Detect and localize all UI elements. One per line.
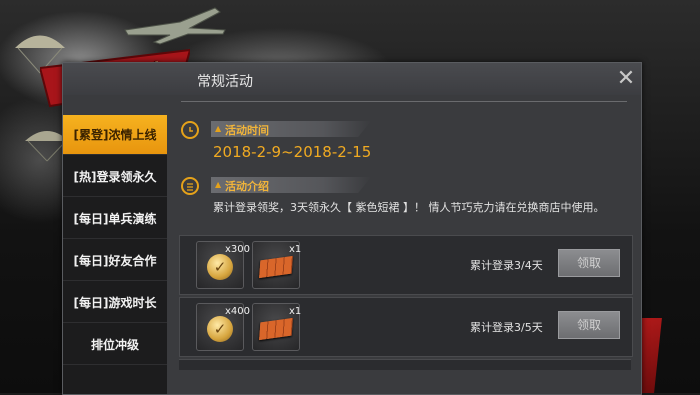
list-icon [181,177,199,195]
clock-icon [181,121,199,139]
sidebar-item-label: [热]登录领永久 [73,170,157,184]
sidebar-item-label: [每日]单兵演练 [73,212,157,226]
airplane-icon [124,7,226,45]
chocolate-item-slot[interactable]: x1 [252,241,302,289]
coin-item-slot[interactable]: ✓ x300 [196,241,250,289]
sidebar-item-friend-coop[interactable]: [每日]好友合作 [63,241,167,281]
sidebar-item-solo-drill[interactable]: [每日]单兵演练 [63,199,167,239]
claim-button[interactable]: 领取 [558,249,620,277]
sidebar-item-label: 排位冲级 [90,338,139,352]
reward-row-partial [179,359,631,370]
sidebar: [累登]浓情上线 [热]登录领永久 [每日]单兵演练 [每日]好友合作 [每日]… [63,115,167,394]
sidebar-item-rank-up[interactable]: 排位冲级 [63,325,167,365]
sidebar-item-login-permanent[interactable]: [热]登录领永久 [63,157,167,197]
coin-item-slot[interactable]: ✓ x400 [196,303,250,351]
login-progress: 累计登录3/5天 [470,321,543,334]
sidebar-item-label: [每日]好友合作 [73,254,157,268]
sidebar-item-login-event[interactable]: [累登]浓情上线 [63,115,167,155]
divider [181,101,627,102]
activity-description: 累计登录领奖，3天领永久【 紫色短裙 】！ 情人节巧克力请在兑换商店中使用。 [213,201,605,214]
activity-content: ▲ 活动时间 2018-2-9~2018-2-15 ▲ 活动介绍 累计登录领奖，… [173,113,633,394]
window-title: 常规活动 [197,74,253,90]
reward-row: ✓ x300 x1 累计登录3/4天 领取 [179,235,633,295]
triangle-icon: ▲ [215,180,222,189]
activity-time-label: 活动时间 [225,124,269,137]
close-icon[interactable]: ✕ [613,66,639,92]
sidebar-item-label: [每日]游戏时长 [73,296,157,310]
item-quantity: x400 [225,306,251,317]
activity-intro-label: 活动介绍 [225,180,269,193]
chocolate-icon [259,255,293,279]
triangle-icon: ▲ [215,124,222,133]
item-quantity: x300 [225,244,251,255]
activity-date-range: 2018-2-9~2018-2-15 [213,143,372,161]
sidebar-item-label: [累登]浓情上线 [73,128,157,142]
item-quantity: x1 [289,244,302,255]
claim-button[interactable]: 领取 [558,311,620,339]
coin-icon: ✓ [207,316,233,342]
sidebar-item-play-time[interactable]: [每日]游戏时长 [63,283,167,323]
activity-window: 常规活动 ✕ [累登]浓情上线 [热]登录领永久 [每日]单兵演练 [每日]好友… [62,62,642,395]
login-progress: 累计登录3/4天 [470,259,543,272]
item-quantity: x1 [289,306,302,317]
chocolate-item-slot[interactable]: x1 [252,303,302,351]
reward-row: ✓ x400 x1 累计登录3/5天 领取 [179,297,633,357]
chocolate-icon [259,317,293,341]
coin-icon: ✓ [207,254,233,280]
title-bar: 常规活动 ✕ [63,63,641,95]
